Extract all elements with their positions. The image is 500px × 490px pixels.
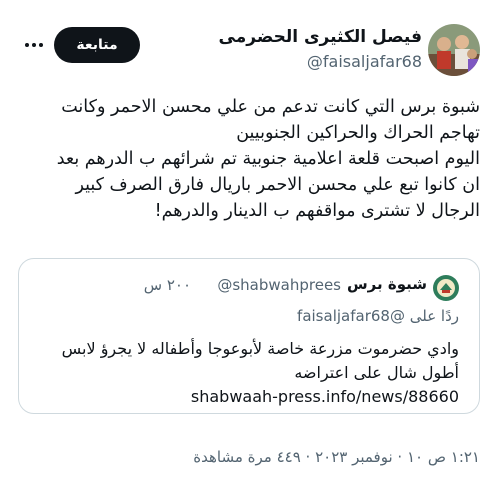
group-photo-avatar-icon: [428, 24, 480, 76]
quote-display-name[interactable]: شبوة برس: [347, 275, 427, 293]
quote-timestamp[interactable]: ٢٠٠ س: [144, 276, 191, 294]
author-avatar[interactable]: [428, 24, 480, 76]
tweet-line: اليوم اصبحت قلعة اعلامية جنوبية تم شرائه…: [56, 149, 480, 169]
author-display-name[interactable]: فيصل الكثيرى الحضرمى: [219, 27, 422, 47]
quote-avatar[interactable]: [433, 275, 459, 301]
more-options-button[interactable]: [20, 35, 48, 55]
follow-button[interactable]: متابعة: [54, 27, 140, 63]
tweet-meta[interactable]: ١:٢١ ص ١٠ · نوفمبر ٢٠٢٣ · ٤٤٩ مرة مشاهدة: [193, 448, 480, 466]
quote-text: وادي حضرموت مزرعة خاصة لأبوعوجا وأطفاله …: [62, 337, 459, 409]
quote-line: أطول شال على اعتراضه: [294, 363, 459, 382]
quote-reply-to[interactable]: ردًا على @faisaljafar68: [297, 307, 459, 325]
more-horizontal-icon: [25, 43, 43, 47]
tweet-line: الرجال لا تشترى مواقفهم ب الدينار والدره…: [154, 201, 480, 221]
tweet-line: شبوة برس التي كانت تدعم من علي محسن الاح…: [61, 97, 480, 117]
quote-line: وادي حضرموت مزرعة خاصة لأبوعوجا وأطفاله …: [61, 339, 459, 358]
tweet-line: تهاجم الحراك والحراكين الجنوبيين: [236, 123, 480, 143]
quote-link[interactable]: shabwaah-press.info/news/88660: [62, 385, 459, 409]
tweet-line: ان كانوا تبع علي محسن الاحمر باريال فارق…: [75, 175, 480, 195]
quoted-tweet-card[interactable]: شبوة برس @shabwahprees ٢٠٠ س ردًا على @f…: [18, 258, 480, 414]
tweet-text: شبوة برس التي كانت تدعم من علي محسن الاح…: [10, 94, 480, 224]
shabwah-logo-icon: [433, 275, 459, 301]
quote-handle[interactable]: @shabwahprees: [217, 276, 341, 294]
author-handle[interactable]: @faisaljafar68: [307, 52, 422, 71]
